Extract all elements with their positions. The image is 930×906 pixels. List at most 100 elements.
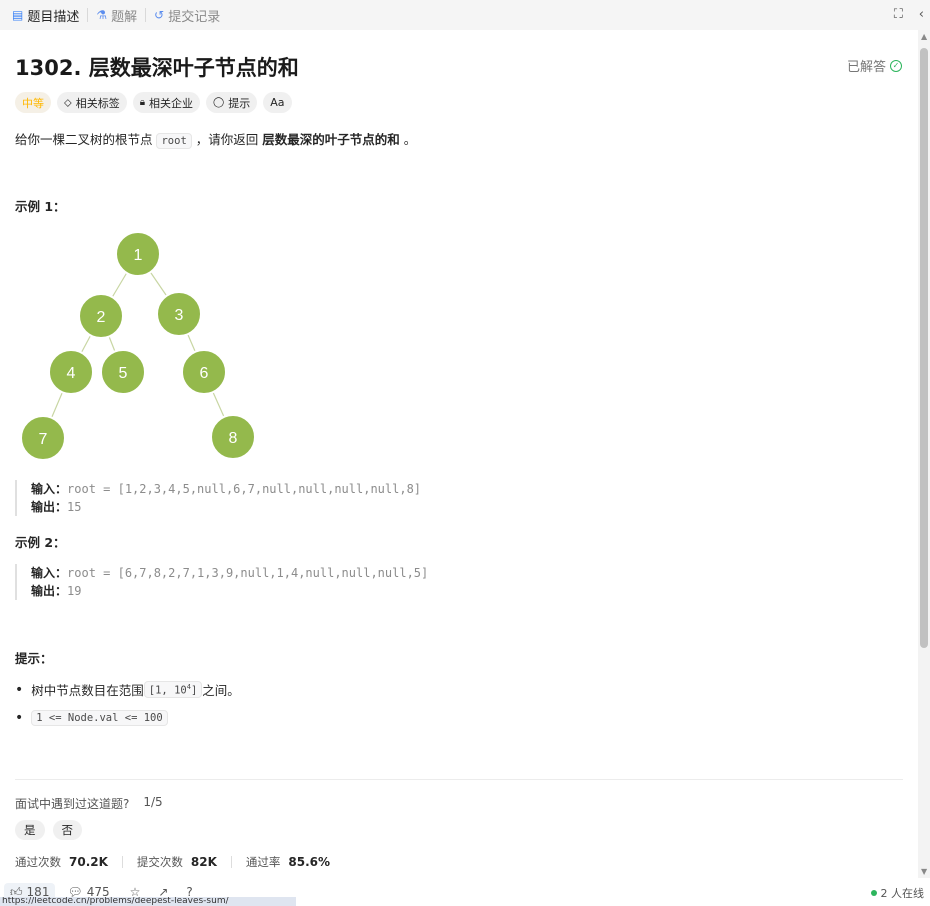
solved-status-label: 已解答 [846, 60, 886, 75]
input-value: root = [1,2,3,4,5,null,6,7,null,null,nul… [67, 482, 422, 496]
desc-text: ，请你返回 [191, 132, 263, 147]
hint-button[interactable]: ◯ 提示 [206, 92, 258, 113]
constraint-text: 之间。 [202, 683, 240, 698]
tab-submissions-label: 提交记录 [168, 9, 221, 25]
output-label: 输出： [31, 500, 68, 514]
output-value: 19 [67, 584, 82, 598]
document-icon: ▤ [12, 8, 24, 22]
interview-pager: 1/5 [143, 795, 163, 809]
problem-description: 给你一棵二叉树的根节点 root ，请你返回 层数最深的叶子节点的和 。 [15, 129, 417, 149]
related-tags-button[interactable]: ⬦ 相关标签 [57, 92, 127, 113]
tab-bar: ▤ 题目描述 ⚗ 题解 ↺ 提交记录 ⛶ ‹ [0, 0, 930, 30]
scroll-down-icon[interactable]: ▼ [921, 867, 927, 876]
tab-divider [87, 8, 89, 22]
tree-node-7: 7 [20, 415, 66, 461]
related-tags-label: 相关标签 [75, 96, 120, 110]
submissions-value: 82K [190, 855, 217, 869]
scroll-up-icon[interactable]: ▲ [921, 32, 927, 41]
constraint-text: 树中节点数目在范围 [31, 683, 144, 698]
tab-solutions[interactable]: ⚗ 题解 [96, 6, 137, 25]
example-1-heading: 示例 1： [15, 199, 66, 214]
online-count: 2 人在线 [880, 887, 925, 900]
interview-answer-group: 是 否 [15, 820, 82, 840]
translate-icon: Aa [270, 96, 285, 109]
online-indicator: 2 人在线 [870, 885, 925, 901]
no-button[interactable]: 否 [52, 820, 82, 840]
collapse-chevron-icon[interactable]: ‹ [919, 7, 924, 22]
tag-icon: ⬦ [64, 95, 72, 109]
output-value: 15 [67, 500, 82, 514]
input-label: 输入： [31, 482, 68, 496]
constraint-item: 1 <= Node.val <= 100 [15, 710, 168, 726]
tab-solutions-label: 题解 [111, 9, 138, 25]
example-1-tree-diagram: 1 2 3 4 5 6 7 8 [20, 231, 256, 461]
stats-divider [121, 856, 123, 868]
problem-title: 1302. 层数最深叶子节点的和 [15, 56, 299, 80]
constraint-range-code: [1, 104] [143, 680, 203, 699]
tab-description[interactable]: ▤ 题目描述 [12, 6, 79, 25]
related-companies-label: 相关企业 [149, 96, 194, 110]
constraint-item: 树中节点数目在范围 [1, 104] 之间。 [15, 680, 240, 699]
tree-node-6: 6 [181, 349, 227, 395]
history-icon: ↺ [154, 8, 165, 22]
hint-label: 提示 [228, 96, 251, 110]
vertical-scrollbar[interactable]: ▲ ▼ [918, 30, 930, 878]
difficulty-badge: 中等 [15, 92, 51, 113]
tab-submissions[interactable]: ↺ 提交记录 [154, 6, 220, 25]
tree-node-3: 3 [156, 291, 202, 337]
tab-description-label: 题目描述 [27, 9, 80, 25]
acceptance-rate-label: 通过率 [245, 855, 281, 869]
tree-node-1: 1 [115, 231, 161, 277]
input-label: 输入： [31, 566, 68, 580]
fullscreen-icon[interactable]: ⛶ [894, 7, 903, 22]
lightbulb-icon: ◯ [213, 97, 225, 108]
tree-node-4: 4 [48, 349, 94, 395]
solved-status: 已解答 ✓ [847, 56, 902, 75]
link-preview-url: https://leetcode.cn/problems/deepest-lea… [0, 897, 296, 906]
problem-panel: 1302. 层数最深叶子节点的和 已解答 ✓ 中等 ⬦ 相关标签 🔒︎ 相关企业… [0, 30, 918, 878]
yes-button[interactable]: 是 [15, 820, 45, 840]
example-2-heading: 示例 2： [15, 535, 66, 550]
code-text: ] [190, 684, 198, 697]
desc-text: 给你一棵二叉树的根节点 [15, 132, 157, 147]
related-companies-button[interactable]: 🔒︎ 相关企业 [132, 92, 201, 113]
tree-node-label: 4 [67, 365, 76, 382]
tree-node-label: 3 [175, 307, 184, 324]
tree-node-label: 8 [229, 430, 238, 447]
constraint-val-code: 1 <= Node.val <= 100 [31, 710, 168, 726]
output-label: 输出： [31, 584, 68, 598]
accepted-value: 70.2K [69, 855, 108, 869]
check-circle-icon: ✓ [890, 59, 902, 72]
desc-text: 。 [399, 132, 417, 147]
tree-node-label: 6 [200, 365, 209, 382]
stats-row: 通过次数 70.2K 提交次数 82K 通过率 85.6% [15, 854, 330, 870]
acceptance-rate-value: 85.6% [288, 855, 331, 869]
tree-node-label: 1 [134, 247, 143, 264]
tree-node-label: 2 [97, 309, 106, 326]
tree-node-label: 7 [39, 431, 48, 448]
tree-node-5: 5 [100, 349, 146, 395]
code-text: [1, 10 [148, 684, 187, 697]
tree-node-2: 2 [78, 293, 124, 339]
translate-button[interactable]: Aa [263, 92, 292, 113]
submissions-label: 提交次数 [136, 855, 183, 869]
online-dot-icon [870, 890, 877, 896]
constraints-heading: 提示： [15, 651, 53, 666]
stats-divider [230, 856, 232, 868]
tree-node-8: 8 [210, 414, 256, 460]
flask-icon: ⚗ [96, 8, 108, 22]
desc-bold-text: 层数最深的叶子节点的和 [262, 132, 400, 147]
scrollbar-thumb[interactable] [920, 48, 928, 648]
accepted-label: 通过次数 [15, 855, 61, 869]
tree-node-label: 5 [119, 365, 128, 382]
topbar-actions: ⛶ ‹ [894, 7, 924, 22]
section-divider [15, 779, 903, 780]
tab-divider [145, 8, 147, 22]
example-1-io-block: 输入：root = [1,2,3,4,5,null,6,7,null,null,… [15, 480, 421, 516]
lock-icon: 🔒︎ [139, 97, 146, 108]
example-2-io-block: 输入：root = [6,7,8,2,7,1,3,9,null,1,4,null… [15, 564, 428, 600]
tag-row: 中等 ⬦ 相关标签 🔒︎ 相关企业 ◯ 提示 Aa [15, 92, 292, 113]
inline-code-root: root [156, 133, 192, 149]
interview-question-text: 面试中遇到过这道题? [15, 797, 130, 811]
input-value: root = [6,7,8,2,7,1,3,9,null,1,4,null,nu… [67, 566, 429, 580]
